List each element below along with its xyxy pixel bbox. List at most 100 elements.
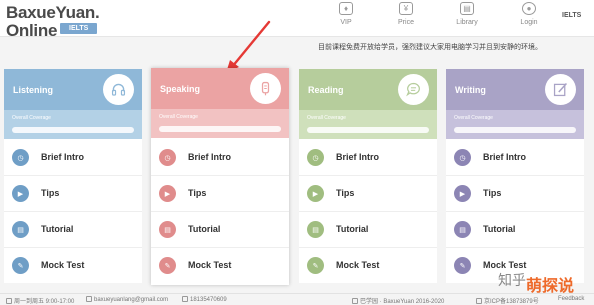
nav-price-label: Price	[398, 19, 414, 26]
card-header: Reading	[299, 69, 437, 110]
page-footer: 周一到周五 9:00-17:00 baxueyuanlang@gmail.com…	[0, 293, 594, 305]
item-label: Tips	[336, 188, 355, 198]
list-item-brief-intro[interactable]: ◷ Brief Intro	[454, 149, 579, 169]
coverage-label: Overall Coverage	[307, 115, 346, 121]
site-logo[interactable]: BaxueYuan. Online IELTS	[6, 3, 116, 40]
footer-company: 巴学园 · BaxueYuan 2016-2020	[352, 296, 444, 305]
divider	[446, 247, 584, 248]
copyright-icon	[352, 298, 358, 304]
document-icon: ▤	[159, 221, 176, 238]
divider	[151, 247, 289, 248]
card-title: Listening	[13, 85, 53, 95]
footer-email[interactable]: baxueyuanlang@gmail.com	[86, 296, 168, 303]
card-header: Listening	[4, 69, 142, 110]
notice-text: 目前课程免费开放给学员，强烈建议大家用电脑学习并且到安静的环境。	[318, 44, 542, 51]
clock-icon: ◷	[159, 149, 176, 166]
red-arrow-annotation	[226, 20, 271, 73]
microphone-icon	[250, 73, 281, 104]
coverage-panel: Overall Coverage	[446, 110, 584, 139]
edit-icon: ✎	[159, 257, 176, 274]
list-item-tips[interactable]: ▶ Tips	[12, 185, 137, 205]
list-item-tutorial[interactable]: ▤ Tutorial	[159, 221, 284, 241]
footer-icp[interactable]: 京ICP备13873879号	[476, 296, 539, 305]
list-item-brief-intro[interactable]: ◷ Brief Intro	[12, 149, 137, 169]
list-item-brief-intro[interactable]: ◷ Brief Intro	[159, 149, 284, 169]
item-label: Mock Test	[188, 260, 232, 270]
divider	[299, 211, 437, 212]
nav-library-label: Library	[456, 19, 478, 26]
nav-vip-label: VIP	[340, 19, 352, 26]
card-header: Speaking	[151, 68, 289, 109]
list-item-tips[interactable]: ▶ Tips	[454, 185, 579, 205]
footer-phone: 18135470609	[182, 296, 227, 303]
card-listening[interactable]: Listening Overall Coverage ◷ Brief Intro…	[4, 69, 142, 283]
edit-icon: ✎	[454, 257, 471, 274]
clock-icon: ◷	[454, 149, 471, 166]
nav-login-label: Login	[520, 19, 538, 26]
footer-feedback[interactable]: Feedback	[558, 296, 584, 302]
item-label: Brief Intro	[336, 152, 380, 162]
list-item-mock-test[interactable]: ✎ Mock Test	[12, 257, 137, 277]
library-icon: ▤	[460, 2, 474, 15]
card-title: Reading	[308, 85, 344, 95]
item-label: Tips	[483, 188, 502, 198]
item-label: Mock Test	[41, 260, 85, 270]
price-icon: ¥	[399, 2, 413, 15]
item-label: Tips	[41, 188, 60, 198]
divider	[4, 211, 142, 212]
coverage-bar	[12, 127, 134, 133]
card-title: Speaking	[160, 84, 201, 94]
document-icon: ▤	[454, 221, 471, 238]
list-item-tips[interactable]: ▶ Tips	[159, 185, 284, 205]
mail-icon	[86, 296, 92, 302]
card-reading[interactable]: Reading Overall Coverage ◷ Brief Intro ▶…	[299, 69, 437, 283]
item-label: Mock Test	[336, 260, 380, 270]
item-label: Mock Test	[483, 260, 527, 270]
play-icon: ▶	[454, 185, 471, 202]
footer-icp-text: 京ICP备13873879号	[484, 299, 539, 305]
logo-line1: BaxueYuan.	[6, 3, 100, 22]
list-item-tutorial[interactable]: ▤ Tutorial	[454, 221, 579, 241]
coverage-label: Overall Coverage	[12, 115, 51, 121]
coverage-bar	[159, 126, 281, 132]
card-header: Writing	[446, 69, 584, 110]
item-label: Tutorial	[41, 224, 74, 234]
item-label: Brief Intro	[483, 152, 527, 162]
list-item-tips[interactable]: ▶ Tips	[307, 185, 432, 205]
logo-line2: Online	[6, 21, 58, 40]
edit-icon: ✎	[307, 257, 324, 274]
play-icon: ▶	[159, 185, 176, 202]
clock-icon: ◷	[307, 149, 324, 166]
footer-phone-text: 18135470609	[190, 297, 227, 303]
coverage-bar	[454, 127, 576, 133]
coverage-panel: Overall Coverage	[4, 110, 142, 139]
list-item-brief-intro[interactable]: ◷ Brief Intro	[307, 149, 432, 169]
list-item-tutorial[interactable]: ▤ Tutorial	[307, 221, 432, 241]
list-item-tutorial[interactable]: ▤ Tutorial	[12, 221, 137, 241]
footer-company-text: 巴学园 · BaxueYuan 2016-2020	[360, 299, 445, 305]
vip-icon: ♦	[339, 2, 353, 15]
zhihu-watermark: 知乎	[498, 273, 526, 289]
nav-login[interactable]: ● Login	[509, 2, 549, 34]
item-label: Tips	[188, 188, 207, 198]
nav-price[interactable]: ¥ Price	[386, 2, 426, 34]
nav-vip[interactable]: ♦ VIP	[326, 2, 366, 34]
item-label: Brief Intro	[41, 152, 85, 162]
user-icon: ●	[522, 2, 536, 15]
divider	[151, 175, 289, 176]
card-writing[interactable]: Writing Overall Coverage ◷ Brief Intro ▶…	[446, 69, 584, 283]
edit-icon: ✎	[12, 257, 29, 274]
nav-language[interactable]: IELTS	[562, 12, 581, 19]
item-label: Tutorial	[188, 224, 221, 234]
clock-icon	[6, 298, 12, 304]
badge-icon	[476, 298, 482, 304]
list-item-mock-test[interactable]: ✎ Mock Test	[307, 257, 432, 277]
document-icon: ▤	[12, 221, 29, 238]
footer-email-text: baxueyuanlang@gmail.com	[94, 297, 169, 303]
coverage-label: Overall Coverage	[454, 115, 493, 121]
list-item-mock-test[interactable]: ✎ Mock Test	[159, 257, 284, 277]
card-speaking[interactable]: Speaking Overall Coverage ◷ Brief Intro …	[151, 68, 289, 285]
nav-library[interactable]: ▤ Library	[447, 2, 487, 34]
item-label: Tutorial	[483, 224, 516, 234]
divider	[151, 211, 289, 212]
